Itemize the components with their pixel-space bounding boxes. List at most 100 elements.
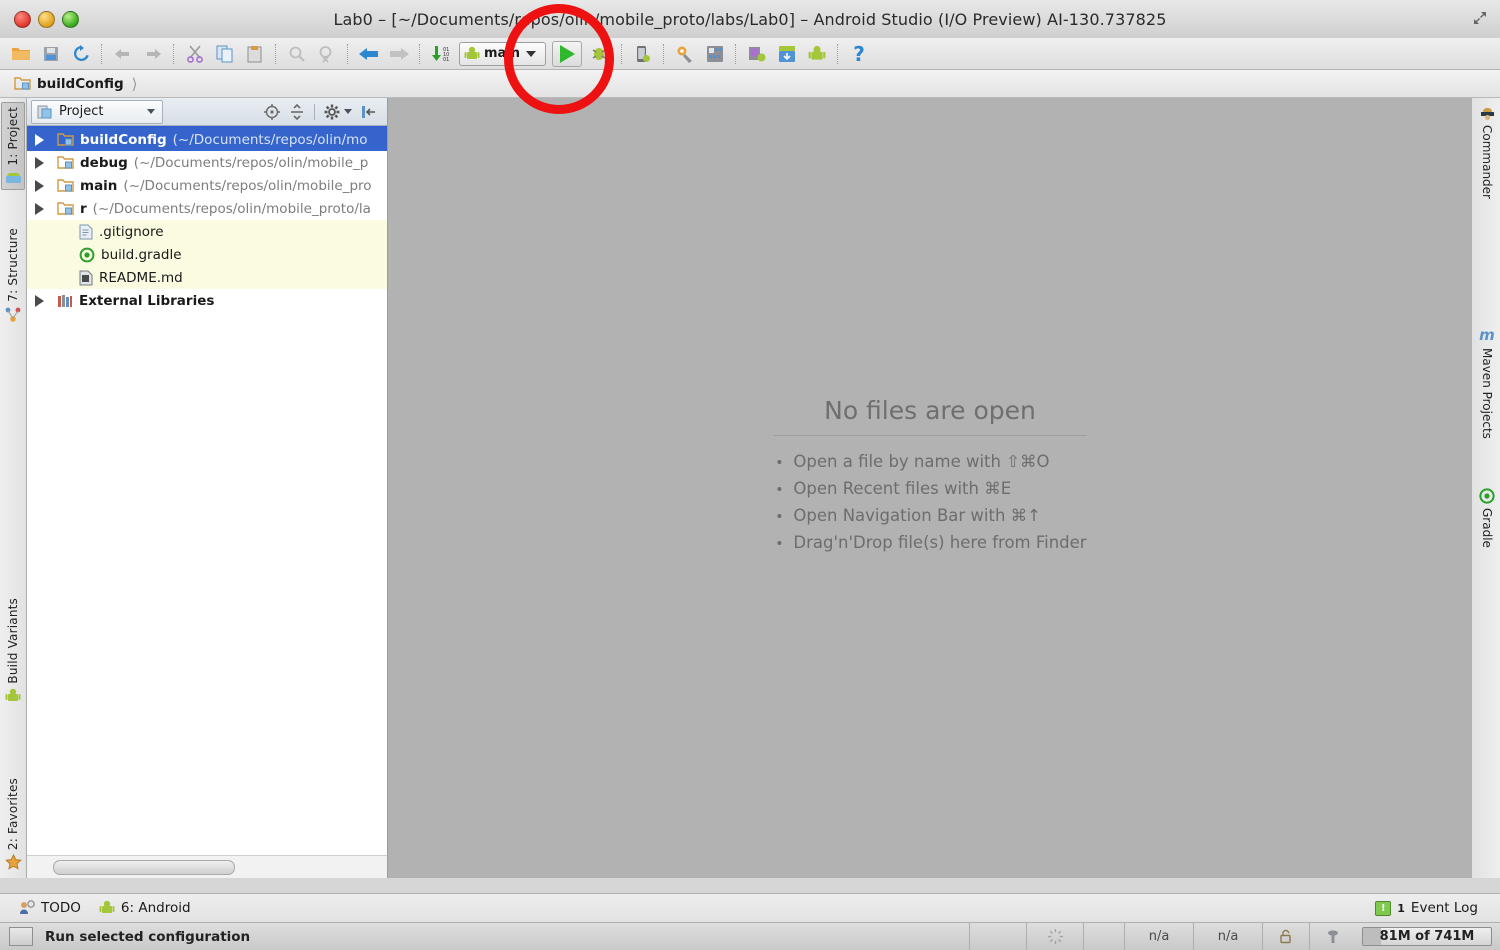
tree-row-label: External Libraries	[79, 292, 215, 309]
open-project-icon[interactable]	[6, 41, 36, 67]
paste-icon[interactable]	[240, 41, 270, 67]
sidebar-item-commander[interactable]: Commander	[1476, 106, 1498, 199]
project-panel-horizontal-scrollbar[interactable]	[27, 855, 387, 878]
tree-row-path: (~/Documents/repos/olin/mobile_p	[133, 154, 369, 171]
tree-row-gitignore[interactable]: .gitignore	[27, 220, 387, 243]
debug-button[interactable]	[586, 41, 616, 67]
minimize-button[interactable]	[38, 11, 55, 28]
expand-diagonal-icon[interactable]	[1472, 10, 1488, 26]
tree-row-buildconfig[interactable]: buildConfig (~/Documents/repos/olin/mo	[27, 128, 387, 151]
markdown-file-icon	[79, 270, 93, 285]
toolbar-separator	[173, 43, 175, 64]
navigation-bar: buildConfig ⟩	[0, 70, 1500, 98]
sidebar-item-project[interactable]: 1: Project	[1, 102, 25, 190]
toolwindow-toggle-icon[interactable]	[9, 927, 33, 946]
redo-icon[interactable]	[138, 41, 168, 67]
structure-icon	[5, 307, 20, 322]
chevron-down-icon[interactable]	[147, 109, 155, 114]
replace-icon[interactable]	[312, 41, 342, 67]
expand-arrow-icon[interactable]	[35, 202, 44, 215]
empty-editor-title: No files are open	[773, 396, 1087, 436]
undo-icon[interactable]	[108, 41, 138, 67]
toolwindow-item-label: TODO	[41, 900, 81, 916]
zoom-button[interactable]	[62, 11, 79, 28]
tree-row-label: debug	[80, 154, 128, 171]
tree-row-readme[interactable]: README.md	[27, 266, 387, 289]
tree-row-external-libraries[interactable]: External Libraries	[27, 289, 387, 312]
settings-gear-icon[interactable]	[324, 104, 340, 120]
sidebar-item-build-variants[interactable]: Build Variants	[2, 598, 24, 704]
chevron-down-icon[interactable]	[526, 50, 537, 57]
tree-row-build-gradle[interactable]: build.gradle	[27, 243, 387, 266]
android-studio-window: Lab0 – [~/Documents/repos/olin/mobile_pr…	[0, 0, 1500, 950]
collapse-all-icon[interactable]	[289, 103, 305, 120]
background-tasks-cell[interactable]	[969, 923, 1026, 950]
back-icon[interactable]	[354, 41, 384, 67]
android-monitor-icon[interactable]	[742, 41, 772, 67]
project-panel-header: Project	[27, 98, 387, 126]
toolwindow-item-android[interactable]: 6: Android	[99, 900, 191, 916]
save-all-icon[interactable]	[36, 41, 66, 67]
tree-row-r[interactable]: r (~/Documents/repos/olin/mobile_proto/l…	[27, 197, 387, 220]
line-separator-cell[interactable]: n/a	[1124, 923, 1193, 950]
sidebar-item-label: 1: Project	[6, 107, 20, 166]
memory-indicator[interactable]: 81M of 741M	[1362, 927, 1492, 946]
compile-icon[interactable]: 01 10 01	[426, 41, 456, 67]
cut-icon[interactable]	[180, 41, 210, 67]
tree-row-main[interactable]: main (~/Documents/repos/olin/mobile_pro	[27, 174, 387, 197]
event-log-label: Event Log	[1410, 900, 1478, 916]
folder-module-icon	[57, 202, 74, 215]
hector-cell[interactable]	[1309, 923, 1356, 950]
sidebar-item-maven-projects[interactable]: m Maven Projects	[1476, 326, 1498, 439]
hide-panel-icon[interactable]	[361, 104, 377, 120]
sdk-update-icon[interactable]	[772, 41, 802, 67]
left-toolwindow-stripe: 1: Project 7: Structure Build Variants 2…	[0, 98, 27, 878]
expand-arrow-icon[interactable]	[35, 179, 44, 192]
sdk-manager-icon[interactable]	[670, 41, 700, 67]
toolwindow-item-todo[interactable]: TODO	[18, 900, 81, 916]
tree-row-label: main	[80, 177, 118, 194]
avd-manager-icon[interactable]	[700, 41, 730, 67]
spinner-icon	[1047, 929, 1063, 944]
event-log-icon: !	[1375, 900, 1392, 916]
expand-arrow-icon[interactable]	[35, 156, 44, 169]
help-icon[interactable]: ?	[844, 41, 874, 67]
attach-debugger-icon[interactable]	[628, 41, 658, 67]
breadcrumb[interactable]: buildConfig	[14, 76, 124, 92]
sidebar-item-label: Commander	[1480, 125, 1494, 199]
sidebar-item-label: Gradle	[1480, 508, 1494, 548]
window-title: Lab0 – [~/Documents/repos/olin/mobile_pr…	[333, 9, 1167, 29]
chevron-down-icon[interactable]	[344, 109, 352, 114]
sidebar-item-favorites[interactable]: 2: Favorites	[2, 778, 24, 870]
toolwindow-item-event-log[interactable]: ! 1 Event Log	[1375, 900, 1478, 916]
scrollbar-thumb[interactable]	[53, 860, 235, 875]
toolbar-separator	[663, 43, 665, 64]
run-button[interactable]	[552, 40, 582, 67]
gradle-icon	[1479, 488, 1495, 504]
hint-navigation-bar: Open Navigation Bar with ⌘↑	[773, 502, 1086, 529]
panel-separator	[314, 103, 315, 120]
tree-row-path: (~/Documents/repos/olin/mo	[172, 131, 368, 148]
project-view-selector[interactable]: Project	[31, 99, 163, 124]
project-tree[interactable]: buildConfig (~/Documents/repos/olin/mo d…	[27, 128, 387, 312]
expand-arrow-icon[interactable]	[35, 294, 44, 307]
sidebar-item-structure[interactable]: 7: Structure	[2, 228, 24, 323]
chevron-right-icon: ⟩	[131, 74, 138, 93]
find-icon[interactable]	[282, 41, 312, 67]
lock-cell[interactable]	[1262, 923, 1309, 950]
right-toolwindow-stripe: Commander m Maven Projects Gradle	[1471, 98, 1500, 878]
copy-icon[interactable]	[210, 41, 240, 67]
encoding-cell[interactable]: n/a	[1193, 923, 1262, 950]
expand-arrow-icon[interactable]	[35, 133, 44, 146]
bottom-toolwindow-stripe: TODO 6: Android ! 1 Event Log	[0, 893, 1500, 923]
scroll-from-source-icon[interactable]	[264, 103, 280, 120]
android-icon[interactable]	[802, 41, 832, 67]
forward-icon[interactable]	[384, 41, 414, 67]
android-icon	[99, 900, 115, 913]
sidebar-item-gradle[interactable]: Gradle	[1476, 488, 1498, 548]
run-configuration-selector[interactable]: main	[459, 41, 546, 66]
close-button[interactable]	[14, 11, 31, 28]
tree-row-debug[interactable]: debug (~/Documents/repos/olin/mobile_p	[27, 151, 387, 174]
sync-refresh-icon[interactable]	[66, 41, 96, 67]
progress-spinner-cell[interactable]	[1026, 923, 1083, 950]
